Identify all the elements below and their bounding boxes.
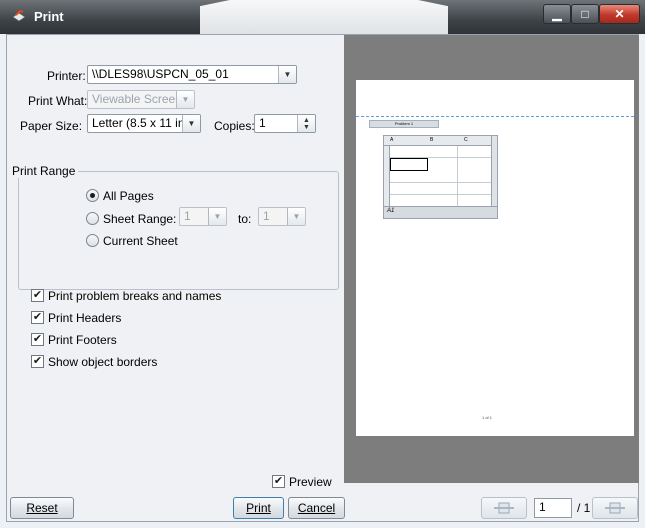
print-range-group [18,171,339,290]
to-label: to: [238,212,252,226]
print-problem-breaks-label: Print problem breaks and names [48,289,222,303]
printer-app-icon [12,9,26,22]
previous-page-button[interactable] [481,497,527,519]
maximize-icon: □ [581,7,589,21]
show-object-borders-label: Show object borders [48,355,158,369]
print-problem-breaks-checkbox[interactable]: ✔ [31,289,44,302]
page-number-input[interactable]: 1 [534,498,572,518]
stepper-arrows-icon[interactable]: ▲ ▼ [297,115,315,132]
preview-selected-cell [390,158,428,171]
print-footers-label: Print Footers [48,333,117,347]
chevron-down-icon[interactable]: ▼ [208,208,226,225]
preview-row [390,183,497,195]
preview-page: Problem 1 A B C A1 1 of 1 [356,80,634,436]
sheet-range-to-value: 1 [263,209,270,223]
print-button[interactable]: Print [233,497,284,519]
reset-label: Reset [26,501,58,515]
print-footers-checkbox[interactable]: ✔ [31,333,44,346]
preview-col-b: B [430,137,434,143]
chevron-down-icon[interactable]: ▼ [182,115,200,132]
preview-pane: Problem 1 A B C A1 1 of 1 [344,35,639,483]
title-bar-glass [200,0,448,34]
close-button[interactable]: ✕ [599,4,640,24]
reset-button[interactable]: Reset [10,497,74,519]
print-label: Print [246,501,271,515]
preview-scrollbar [491,136,497,206]
preview-spreadsheet: A B C A1 [383,135,498,219]
preview-cell-ref: A1 [387,208,395,214]
preview-col-c: C [464,137,468,143]
printer-select[interactable]: \\DLES98\USPCN_05_01 ▼ [87,65,297,84]
paper-size-value: Letter (8.5 x 11 in) [92,116,189,130]
copies-stepper[interactable]: 1 ▲ ▼ [254,114,316,133]
preview-row [390,146,497,158]
next-page-button[interactable] [592,497,638,519]
print-headers-checkbox[interactable]: ✔ [31,311,44,324]
page-forward-icon [605,502,625,514]
printer-value: \\DLES98\USPCN_05_01 [92,67,229,81]
preview-checkbox[interactable]: ✔ [272,475,285,488]
chevron-down-icon[interactable]: ▼ [278,66,296,83]
preview-page-footer: 1 of 1 [482,415,493,420]
sheet-range-label: Sheet Range: [103,212,177,226]
sheet-range-radio[interactable] [86,212,99,225]
print-headers-label: Print Headers [48,311,122,325]
copies-label: Copies: [214,119,255,133]
preview-column-header [384,136,497,146]
close-icon: ✕ [614,7,625,21]
minimize-button[interactable]: ▁ [543,4,571,24]
print-range-title: Print Range [9,164,79,178]
print-what-label: Print What: [28,94,88,108]
window-title: Print [34,9,64,24]
show-object-borders-checkbox[interactable]: ✔ [31,355,44,368]
current-sheet-label: Current Sheet [103,234,178,248]
preview-row [390,171,497,183]
minimize-icon: ▁ [552,7,562,21]
all-pages-label: All Pages [103,189,154,203]
cancel-button[interactable]: Cancel [288,497,345,519]
chevron-down-icon[interactable]: ▼ [176,91,194,108]
preview-problem-tab: Problem 1 [369,120,439,128]
preview-label: Preview [289,475,332,489]
all-pages-radio[interactable] [86,189,99,202]
cancel-label: Cancel [297,501,336,515]
current-sheet-radio[interactable] [86,234,99,247]
page-number-value: 1 [539,500,546,514]
print-what-select[interactable]: Viewable Screen ▼ [87,90,195,109]
sheet-range-from-select[interactable]: 1 ▼ [179,207,227,226]
preview-entry-bar [384,206,497,218]
paper-size-label: Paper Size: [20,119,83,133]
print-dialog: Print ▁ □ ✕ Printer: \\DLES98\USPCN_05_0… [0,0,645,528]
title-bar[interactable]: Print ▁ □ ✕ [0,0,645,34]
preview-col-divider [457,146,458,206]
sheet-range-to-select[interactable]: 1 ▼ [258,207,306,226]
dialog-body: Printer: \\DLES98\USPCN_05_01 ▼ Print Wh… [6,34,639,522]
page-back-icon [494,502,514,514]
maximize-button[interactable]: □ [571,4,599,24]
page-break-line [356,116,634,117]
chevron-down-icon[interactable]: ▼ [287,208,305,225]
preview-col-a: A [390,137,394,143]
sheet-range-from-value: 1 [184,209,191,223]
print-what-value: Viewable Screen [92,92,182,106]
paper-size-select[interactable]: Letter (8.5 x 11 in) ▼ [87,114,201,133]
copies-value: 1 [259,116,266,130]
printer-label: Printer: [47,69,86,83]
page-total: / 1 [577,501,591,515]
